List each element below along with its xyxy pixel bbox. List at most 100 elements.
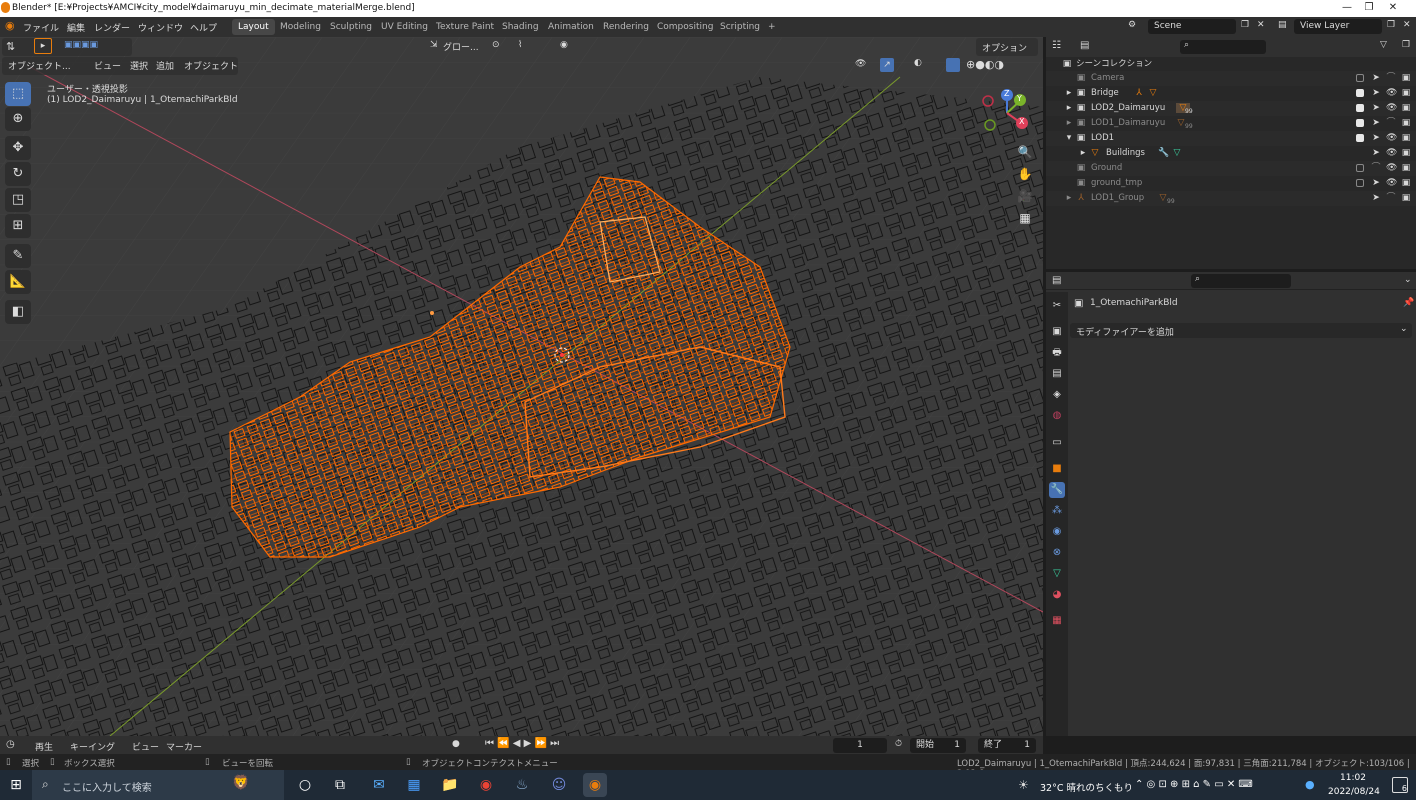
hide-eye-icon[interactable]: ⌒ <box>1386 193 1396 203</box>
select-mode-icon[interactable]: ▸ <box>34 38 52 54</box>
menu-render[interactable]: レンダー <box>94 21 130 34</box>
outliner-row-camera[interactable]: ▣ Camera ➤ ⌒ ▣ <box>1046 71 1416 86</box>
menu-edit[interactable]: 編集 <box>67 21 85 34</box>
proportional-edit-icon[interactable]: ◉ <box>560 40 568 50</box>
exclude-checkbox[interactable] <box>1356 104 1364 112</box>
expand-chevron-icon[interactable]: ▸ <box>1064 103 1074 113</box>
view-layer-field[interactable]: View Layer <box>1294 19 1382 34</box>
file-explorer-icon[interactable]: 📁 <box>438 773 462 797</box>
scene-field[interactable]: Scene <box>1148 19 1236 34</box>
current-frame-field[interactable]: 1 <box>833 738 887 753</box>
material-tab-icon[interactable]: ◕ <box>1049 587 1065 603</box>
scene-tab-icon[interactable]: ◈ <box>1049 387 1065 403</box>
windows-start-icon[interactable]: ⊞ <box>4 773 28 797</box>
render-camera-icon[interactable]: ▣ <box>1401 103 1411 113</box>
tab-layout[interactable]: Layout <box>232 19 275 35</box>
properties-search-input[interactable] <box>1191 274 1291 288</box>
record-icon[interactable]: ● <box>452 739 460 749</box>
properties-editor-icon[interactable]: ▤ <box>1052 275 1061 286</box>
texture-tab-icon[interactable]: ▦ <box>1049 613 1065 629</box>
viewport-menu-view[interactable]: ビュー <box>94 59 121 72</box>
render-camera-icon[interactable]: ▣ <box>1401 88 1411 98</box>
end-frame-field[interactable]: 終了 1 <box>978 738 1036 753</box>
outliner-row-ground-tmp[interactable]: ▣ ground_tmp ➤ 👁 ▣ <box>1046 176 1416 191</box>
collection-tab-icon[interactable]: ▭ <box>1049 435 1065 451</box>
render-camera-icon[interactable]: ▣ <box>1401 118 1411 128</box>
render-camera-icon[interactable]: ▣ <box>1401 193 1411 203</box>
eye-icon[interactable]: 👁 <box>1386 88 1397 98</box>
annotate-tool[interactable]: ✎ <box>5 244 31 268</box>
preview-range-icon[interactable]: ⏱ <box>895 739 902 749</box>
outliner-search-input[interactable] <box>1180 40 1266 54</box>
notifications-button[interactable]: 6 <box>1392 777 1408 793</box>
remove-scene-icon[interactable]: ✕ <box>1257 20 1265 30</box>
viewport-menu-add[interactable]: 追加 <box>156 59 174 72</box>
gizmo-toggle-icon[interactable]: ↗ <box>880 58 894 72</box>
select-arrow-icon[interactable]: ➤ <box>1371 103 1381 113</box>
playback-controls-icons[interactable]: ⏮ ⏪ ◀ ▶ ⏩ ⏭ <box>485 738 559 749</box>
view-layer-tab-icon[interactable]: ▤ <box>1049 366 1065 382</box>
editor-type-icon[interactable]: ⇅ <box>6 40 15 53</box>
menu-file[interactable]: ファイル <box>23 21 59 34</box>
eye-icon[interactable]: 👁 <box>1386 133 1397 143</box>
outliner-row-lod1-daimaruyu[interactable]: ▸ ▣ LOD1_Daimaruyu ▽ 99 ➤ ⌒ ▣ <box>1046 116 1416 131</box>
new-collection-icon[interactable]: ❐ <box>1402 40 1410 50</box>
mail-app-icon[interactable]: ✉ <box>367 773 391 797</box>
hide-eye-icon[interactable]: ⌒ <box>1386 73 1396 83</box>
exclude-checkbox[interactable] <box>1356 89 1364 97</box>
select-arrow-icon[interactable]: ➤ <box>1371 88 1381 98</box>
outliner-row-lod2[interactable]: ▸ ▣ LOD2_Daimaruyu ▽ 99 ➤ 👁 ▣ <box>1046 101 1416 116</box>
render-camera-icon[interactable]: ▣ <box>1401 163 1411 173</box>
expand-chevron-icon[interactable]: ▸ <box>1078 148 1088 158</box>
blender-menu-icon[interactable]: ◉ <box>5 19 15 32</box>
render-camera-icon[interactable]: ▣ <box>1401 178 1411 188</box>
tab-uv-editing[interactable]: UV Editing <box>375 19 434 35</box>
pin-icon[interactable]: 📌 <box>1403 298 1414 308</box>
particles-tab-icon[interactable]: ⁂ <box>1049 503 1065 519</box>
task-view-icon[interactable]: ⧉ <box>328 773 352 797</box>
3d-viewport[interactable]: ⇅ ▸ ▣▣▣▣ ⇲ グロー... ⊙ ⌇ ◉ オプション オブジェクト... … <box>0 37 1043 736</box>
mode-dropdown[interactable]: オブジェクト... <box>8 59 71 72</box>
eye-icon[interactable]: 👁 <box>1386 148 1397 158</box>
measure-tool[interactable]: 📐 <box>5 270 31 294</box>
expand-chevron-icon[interactable]: ▸ <box>1064 118 1074 128</box>
shading-mode-icons[interactable]: ⊕●◐◑ <box>966 58 1004 71</box>
selection-mode-icons[interactable]: ▣▣▣▣ <box>64 40 98 50</box>
hide-eye-icon[interactable]: ⌒ <box>1386 118 1396 128</box>
render-tab-icon[interactable]: ▣ <box>1049 324 1065 340</box>
expand-chevron-icon[interactable]: ▸ <box>1064 193 1074 203</box>
eye-icon[interactable]: 👁 <box>1386 178 1397 188</box>
outliner-editor-icon[interactable]: ☷ <box>1052 40 1061 51</box>
output-tab-icon[interactable]: 🖶 <box>1049 345 1065 361</box>
new-scene-icon[interactable]: ❐ <box>1241 20 1249 30</box>
pivot-icon[interactable]: ⊙ <box>492 40 500 50</box>
select-arrow-icon[interactable]: ➤ <box>1371 178 1381 188</box>
constraints-tab-icon[interactable]: ⊗ <box>1049 545 1065 561</box>
cursor-tool[interactable]: ⊕ <box>5 107 31 131</box>
tab-scripting[interactable]: Scripting <box>714 19 766 35</box>
system-tray-icons[interactable]: ⌃ ◎ ⊡ ⊕ ⊞ ⌂ ✎ ▭ ✕ ⌨ <box>1135 779 1253 790</box>
collapse-chevron-icon[interactable]: ▾ <box>1064 133 1074 143</box>
weather-text[interactable]: 32°C 晴れのちくもり <box>1040 780 1133 794</box>
keying-menu[interactable]: キーイング <box>70 740 115 753</box>
exclude-checkbox[interactable] <box>1356 74 1364 82</box>
ortho-grid-icon[interactable]: ▦ <box>1014 207 1036 229</box>
scene-collection-row[interactable]: ▣ シーンコレクション <box>1046 57 1416 72</box>
display-mode-icon[interactable]: ▤ <box>1080 40 1089 51</box>
viewport-menu-object[interactable]: オブジェクト <box>184 59 238 72</box>
move-tool[interactable]: ✥ <box>5 136 31 160</box>
taskbar-search-input[interactable]: ⌕ ここに入力して検索 🦁 <box>32 770 284 800</box>
exclude-checkbox[interactable] <box>1356 134 1364 142</box>
cortana-icon[interactable]: ○ <box>293 773 317 797</box>
eye-icon[interactable]: 👁 <box>1386 103 1397 113</box>
camera-view-icon[interactable]: 🎥 <box>1014 185 1036 207</box>
tab-sculpting[interactable]: Sculpting <box>324 19 378 35</box>
zoom-icon[interactable]: 🔍 <box>1014 141 1036 163</box>
xray-toggle-icon[interactable] <box>946 58 960 72</box>
blender-taskbar-icon[interactable]: ◉ <box>583 773 607 797</box>
new-view-layer-icon[interactable]: ❐ <box>1387 20 1395 30</box>
select-arrow-icon[interactable]: ➤ <box>1371 193 1381 203</box>
tab-rendering[interactable]: Rendering <box>597 19 655 35</box>
world-tab-icon[interactable]: ◍ <box>1049 408 1065 424</box>
marker-menu[interactable]: マーカー <box>166 740 202 753</box>
